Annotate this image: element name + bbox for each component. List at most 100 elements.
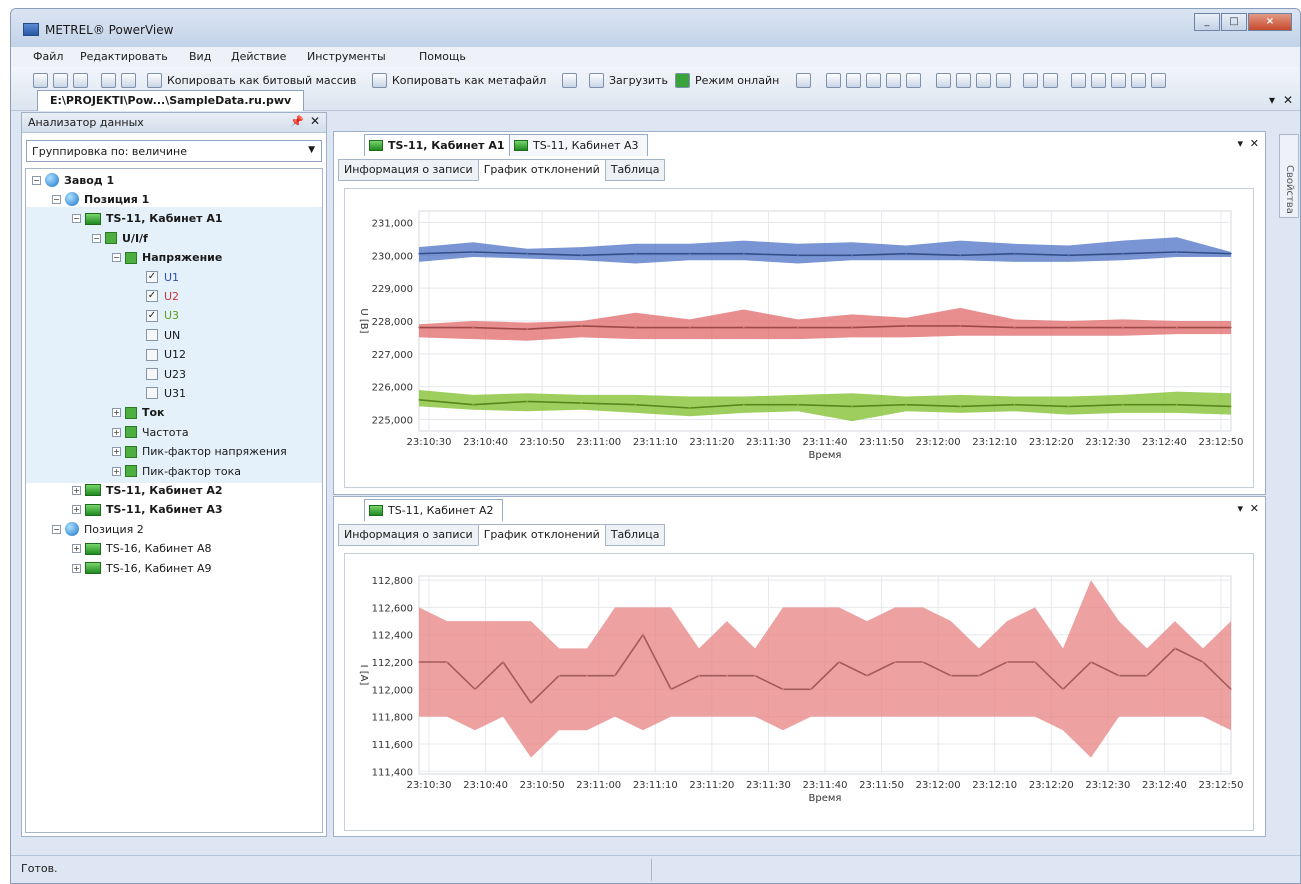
chart-view-2-icon[interactable] [956, 73, 971, 88]
tree-node[interactable]: − Позиция 2 [52, 520, 144, 538]
menu-tools[interactable]: Инструменты [307, 50, 386, 63]
tab-deviation-chart[interactable]: График отклонений [477, 159, 606, 181]
save-icon[interactable] [73, 73, 88, 88]
tab-ts11-a1[interactable]: TS-11, Кабинет A1 [364, 134, 514, 156]
chart-view-1-icon[interactable] [936, 73, 951, 88]
menu-edit[interactable]: Редактировать [80, 50, 168, 63]
copy-bitmap-button[interactable]: Копировать как битовый массив [167, 74, 356, 87]
tree-node[interactable]: + Ток [112, 404, 165, 422]
checkbox[interactable] [146, 329, 158, 342]
tab-ts11-a2[interactable]: TS-11, Кабинет A2 [364, 499, 503, 521]
online-mode-icon[interactable] [675, 73, 690, 88]
house-tool-icon[interactable] [866, 73, 881, 88]
tree-node[interactable]: + TS-11, Кабинет A2 [72, 481, 223, 499]
tree-node[interactable]: + Пик-фактор напряжения [112, 443, 287, 461]
refresh-tool-icon[interactable] [906, 73, 921, 88]
tree-node[interactable]: − Напряжение [112, 249, 222, 267]
settings-tool-icon[interactable] [846, 73, 861, 88]
pin-icon[interactable]: 📌 [290, 115, 304, 128]
online-mode-button[interactable]: Режим онлайн [695, 74, 779, 87]
tool-icon[interactable] [886, 73, 901, 88]
tree-node[interactable]: ✓ U3 [146, 307, 179, 325]
page-icon[interactable] [796, 73, 811, 88]
percent-icon[interactable] [1023, 73, 1038, 88]
download-button[interactable]: Загрузить [609, 74, 668, 87]
layout-1-icon[interactable] [1071, 73, 1086, 88]
checkbox[interactable]: ✓ [146, 290, 158, 303]
document-tab[interactable]: E:\PROJEKTI\Pow...\SampleData.ru.pwv [37, 90, 305, 111]
menu-view[interactable]: Вид [189, 50, 211, 63]
open-folder-icon[interactable] [53, 73, 68, 88]
expand-icon[interactable]: + [72, 485, 81, 495]
maximize-button[interactable]: □ [1221, 13, 1247, 31]
chart-view-4-icon[interactable] [996, 73, 1011, 88]
document-menu-icon[interactable]: ▾ [1269, 93, 1275, 107]
expand-icon[interactable]: + [112, 447, 121, 457]
tab-ts11-a3[interactable]: TS-11, Кабинет A3 [509, 134, 648, 156]
tab-table[interactable]: Таблица [604, 524, 666, 546]
tree-node[interactable]: + Частота [112, 423, 189, 441]
collapse-icon[interactable]: − [72, 214, 81, 224]
checkbox[interactable]: ✓ [146, 309, 158, 322]
menu-action[interactable]: Действие [231, 50, 286, 63]
collapse-icon[interactable]: − [112, 253, 121, 263]
panel-close-icon[interactable]: ✕ [1250, 502, 1259, 515]
checkbox[interactable]: ✓ [146, 271, 158, 283]
tree-node[interactable]: U31 [146, 384, 186, 402]
collapse-icon[interactable]: − [52, 524, 61, 534]
expand-icon[interactable]: + [112, 466, 121, 476]
chart-view-3-icon[interactable] [976, 73, 991, 88]
tab-table[interactable]: Таблица [604, 159, 666, 181]
tree-node[interactable]: ✓ U2 [146, 287, 179, 305]
tree-node[interactable]: U23 [146, 365, 186, 383]
panel-close-icon[interactable]: ✕ [310, 114, 320, 128]
tab-record-info[interactable]: Информация о записи [338, 524, 479, 546]
layout-2-icon[interactable] [1091, 73, 1106, 88]
tree-node[interactable]: − TS-11, Кабинет A1 [72, 210, 223, 228]
tree-node[interactable]: − Завод 1 [32, 171, 114, 189]
sum-icon[interactable] [1043, 73, 1058, 88]
tree-node[interactable]: + Пик-фактор тока [112, 462, 241, 480]
tree-node[interactable]: + TS-16, Кабинет A8 [72, 540, 212, 558]
checkbox[interactable] [146, 387, 158, 400]
export-icon[interactable] [562, 73, 577, 88]
minimize-button[interactable]: _ [1194, 13, 1220, 31]
collapse-icon[interactable]: − [92, 233, 101, 243]
tree-node[interactable]: + TS-11, Кабинет A3 [72, 501, 223, 519]
close-button[interactable]: × [1248, 13, 1292, 31]
tab-record-info[interactable]: Информация о записи [338, 159, 479, 181]
collapse-icon[interactable]: − [32, 175, 41, 185]
tree-node[interactable]: U12 [146, 346, 186, 364]
collapse-icon[interactable]: − [52, 194, 61, 204]
expand-icon[interactable]: + [72, 563, 81, 573]
download-icon[interactable] [589, 73, 604, 88]
menu-file[interactable]: Файл [33, 50, 63, 63]
panel-menu-icon[interactable]: ▾ [1237, 137, 1243, 150]
tree-node[interactable]: UN [146, 326, 180, 344]
tree-node[interactable]: − Позиция 1 [52, 190, 149, 208]
grouping-select[interactable]: Группировка по: величине ▼ [26, 140, 322, 162]
expand-icon[interactable]: + [112, 427, 121, 437]
layout-5-icon[interactable] [1151, 73, 1166, 88]
tab-deviation-chart[interactable]: График отклонений [477, 524, 606, 546]
expand-icon[interactable]: + [72, 505, 81, 515]
copy-bitmap-icon[interactable] [147, 73, 162, 88]
copy-metafile-button[interactable]: Копировать как метафайл [392, 74, 546, 87]
copy-metafile-icon[interactable] [372, 73, 387, 88]
menu-help[interactable]: Помощь [419, 50, 466, 63]
expand-icon[interactable]: + [112, 408, 121, 418]
print-icon[interactable] [101, 73, 116, 88]
tree-node[interactable]: + TS-16, Кабинет A9 [72, 559, 212, 577]
document-close-icon[interactable]: ✕ [1283, 93, 1293, 107]
tree-node[interactable]: ✓ U1 [146, 268, 179, 286]
tree-node[interactable]: − U/I/f [92, 229, 148, 247]
grid-tool-icon[interactable] [826, 73, 841, 88]
new-file-icon[interactable] [33, 73, 48, 88]
print-preview-icon[interactable] [121, 73, 136, 88]
properties-tab[interactable]: Свойства [1279, 134, 1299, 218]
layout-3-icon[interactable] [1111, 73, 1126, 88]
checkbox[interactable] [146, 348, 158, 361]
panel-close-icon[interactable]: ✕ [1250, 137, 1259, 150]
layout-4-icon[interactable] [1131, 73, 1146, 88]
checkbox[interactable] [146, 368, 158, 380]
